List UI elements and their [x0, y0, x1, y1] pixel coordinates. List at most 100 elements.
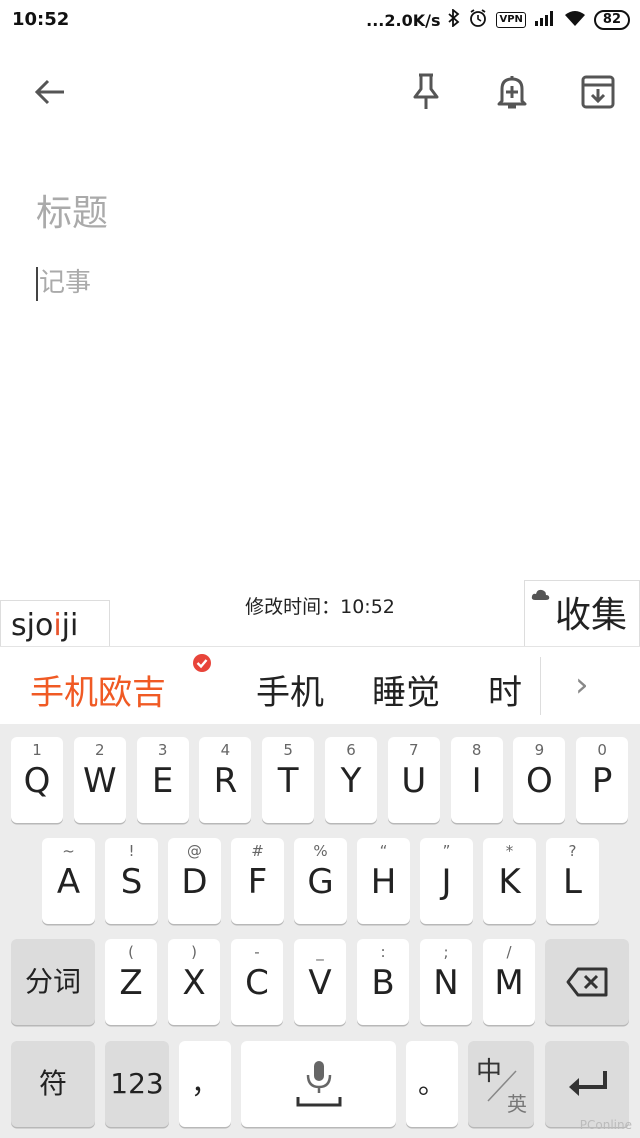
- key-i[interactable]: 8I: [450, 737, 503, 823]
- key-label: O: [526, 761, 553, 801]
- key-label: X: [182, 963, 206, 1003]
- pin-button[interactable]: [406, 72, 446, 112]
- key-x[interactable]: ) X: [168, 939, 220, 1025]
- signal-icon: [534, 10, 556, 30]
- key-label: C: [245, 963, 269, 1003]
- key-b[interactable]: :B: [357, 939, 409, 1025]
- keyboard: 1Q2W3E4R5T6Y7U8I9O0P ~ A! S @ D # F% G “H” J * K? L …: [0, 724, 640, 1138]
- key-l[interactable]: ? L: [546, 838, 599, 924]
- key-c[interactable]: -C: [231, 939, 283, 1025]
- key-s[interactable]: ! S: [105, 838, 158, 924]
- key-secondary-label: 4: [220, 741, 231, 759]
- key-g[interactable]: % G: [294, 838, 347, 924]
- candidate-1[interactable]: 手机欧吉: [30, 665, 166, 714]
- bell-plus-icon: [497, 76, 527, 109]
- key-k[interactable]: * K: [483, 838, 536, 924]
- archive-button[interactable]: [578, 72, 618, 112]
- key-secondary-label: #: [251, 842, 264, 860]
- key-secondary-label: 8: [471, 741, 482, 759]
- key-secondary-label: ~: [62, 842, 75, 860]
- expand-candidates-icon[interactable]: ›: [575, 665, 589, 705]
- key-j[interactable]: ” J: [420, 838, 473, 924]
- key-label: J: [441, 862, 452, 902]
- key-label: S: [120, 862, 143, 902]
- body-input[interactable]: 记事: [36, 262, 91, 301]
- key-q[interactable]: 1Q: [11, 737, 63, 823]
- reminder-button[interactable]: [492, 72, 532, 112]
- key-o[interactable]: 9O: [513, 737, 566, 823]
- backspace-key[interactable]: [545, 939, 629, 1025]
- collect-label: 收集: [554, 595, 627, 636]
- key-secondary-label: ): [191, 943, 197, 961]
- key-d[interactable]: @ D: [168, 838, 221, 924]
- key-label: V: [308, 963, 332, 1003]
- key-e[interactable]: 3E: [136, 737, 189, 823]
- key-a[interactable]: ~ A: [42, 838, 95, 924]
- back-button[interactable]: [30, 72, 70, 112]
- net-speed: ...2.0K/s: [366, 10, 441, 30]
- key-secondary-label: 7: [409, 741, 419, 759]
- key-secondary-label: *: [505, 842, 514, 860]
- microphone-icon: [296, 1061, 342, 1107]
- period-key[interactable]: 。: [406, 1041, 458, 1127]
- key-p[interactable]: 0P: [576, 737, 629, 823]
- key-y[interactable]: 6Y: [325, 737, 377, 823]
- comma-key[interactable]: ，: [179, 1041, 231, 1127]
- key-label: A: [56, 862, 81, 902]
- key-v[interactable]: _ V: [294, 939, 346, 1025]
- key-secondary-label: ;: [443, 943, 449, 961]
- key-label: M: [494, 963, 524, 1003]
- candidate-4[interactable]: 时间: [488, 665, 538, 725]
- key-label: L: [563, 862, 582, 902]
- space-key[interactable]: [241, 1041, 396, 1127]
- key-n[interactable]: ; N: [420, 939, 472, 1025]
- alarm-icon: [468, 8, 488, 32]
- cloud-icon: [531, 589, 550, 600]
- wifi-icon: [564, 10, 586, 30]
- key-u[interactable]: 7U: [387, 737, 440, 823]
- candidate-3[interactable]: 睡觉: [372, 665, 440, 714]
- key-secondary-label: %: [313, 842, 328, 860]
- key-label: Y: [340, 761, 362, 801]
- key-label: B: [371, 963, 395, 1003]
- key-secondary-label: 5: [283, 741, 293, 759]
- candidate-2[interactable]: 手机: [256, 665, 324, 714]
- key-f[interactable]: # F: [231, 838, 284, 924]
- key-label: T: [277, 761, 299, 801]
- key-h[interactable]: “H: [357, 838, 410, 924]
- key-secondary-label: !: [128, 842, 135, 860]
- key-r[interactable]: 4R: [199, 737, 252, 823]
- enter-icon: [569, 1071, 607, 1096]
- key-m[interactable]: / M: [483, 939, 535, 1025]
- key-secondary-label: ”: [442, 842, 451, 860]
- key-secondary-label: 2: [95, 741, 105, 759]
- key-label: I: [471, 761, 482, 801]
- key-secondary-label: -: [254, 943, 260, 961]
- key-secondary-label: 6: [346, 741, 356, 759]
- key-label: H: [370, 862, 397, 902]
- key-label: N: [433, 963, 459, 1003]
- key-label: Q: [23, 761, 51, 801]
- key-secondary-label: /: [506, 943, 512, 961]
- key-secondary-label: 9: [534, 741, 545, 759]
- symbols-key[interactable]: 符: [11, 1041, 95, 1127]
- bluetooth-icon: [448, 8, 460, 31]
- enter-key[interactable]: [545, 1041, 629, 1127]
- numbers-key[interactable]: 123: [105, 1041, 169, 1127]
- back-arrow-icon: [34, 79, 64, 105]
- language-switch-key[interactable]: 中 英: [468, 1041, 534, 1127]
- status-bar: 10:52 ...2.0K/s VPN 82: [0, 0, 640, 44]
- key-label: R: [213, 761, 238, 801]
- key-w[interactable]: 2W: [73, 737, 126, 823]
- collect-button[interactable]: 收集: [524, 580, 640, 646]
- key-secondary-label: ?: [568, 842, 577, 860]
- fenci-key[interactable]: 分词: [11, 939, 95, 1025]
- candidate-bar: 手机欧吉 手机 睡觉 时间 ›: [0, 646, 640, 725]
- candidate-divider: [540, 657, 541, 715]
- key-z[interactable]: (Z: [105, 939, 157, 1025]
- key-label: U: [401, 761, 427, 801]
- title-input[interactable]: 标题: [36, 184, 108, 236]
- key-t[interactable]: 5T: [262, 737, 315, 823]
- watermark: PConline: [579, 1118, 632, 1132]
- key-secondary-label: :: [380, 943, 386, 961]
